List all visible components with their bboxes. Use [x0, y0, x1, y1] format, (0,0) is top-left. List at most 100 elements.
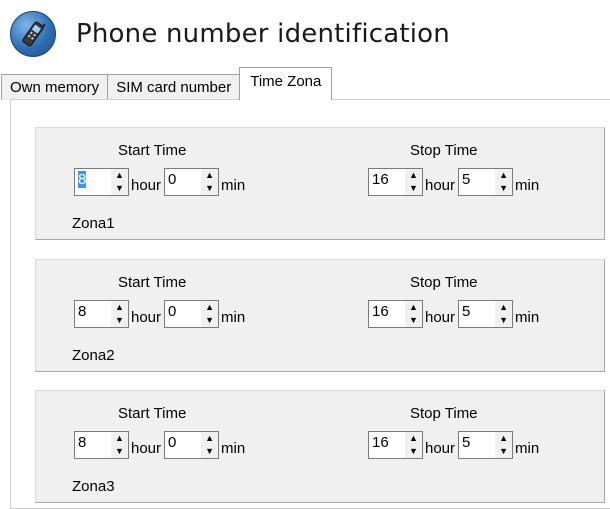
- hour-unit-label: hour: [131, 440, 162, 457]
- stop-min-input[interactable]: 5: [459, 169, 495, 195]
- tab-own-memory[interactable]: Own memory: [1, 74, 109, 100]
- tab-sim-card-number[interactable]: SIM card number: [107, 74, 241, 100]
- spin-up-icon[interactable]: ▲: [111, 301, 128, 314]
- spin-up-icon[interactable]: ▲: [405, 301, 422, 314]
- stop-min-input[interactable]: 5: [459, 301, 495, 327]
- stop-min-value: 5: [462, 171, 471, 188]
- zone-name-label: Zona3: [72, 478, 115, 495]
- spin-down-icon[interactable]: ▼: [111, 445, 128, 458]
- spin-up-icon[interactable]: ▲: [405, 432, 422, 445]
- start-hour-spinbox[interactable]: 8 ▲ ▼: [74, 300, 129, 328]
- tab-bar: Own memory SIM card number Time Zona: [1, 67, 333, 100]
- spin-up-icon[interactable]: ▲: [405, 169, 422, 182]
- stop-time-row: 16 ▲ ▼ hour 5 ▲ ▼ min: [368, 300, 542, 328]
- stop-time-row: 16 ▲ ▼ hour 5 ▲ ▼ min: [368, 168, 542, 196]
- tab-time-zona[interactable]: Time Zona: [239, 67, 333, 100]
- stop-min-value: 5: [462, 303, 471, 320]
- spin-down-icon[interactable]: ▼: [405, 182, 422, 195]
- start-hour-input[interactable]: 8: [75, 169, 111, 195]
- spin-down-icon[interactable]: ▼: [201, 445, 219, 458]
- spin-up-icon[interactable]: ▲: [495, 301, 513, 314]
- start-hour-input[interactable]: 8: [75, 432, 111, 458]
- stop-min-spinbox[interactable]: 5 ▲ ▼: [458, 300, 514, 328]
- stop-hour-input[interactable]: 16: [369, 432, 405, 458]
- spin-up-icon[interactable]: ▲: [201, 301, 219, 314]
- stop-time-label: Stop Time: [410, 405, 478, 422]
- spin-buttons: ▲ ▼: [111, 169, 128, 195]
- spin-up-icon[interactable]: ▲: [111, 169, 128, 182]
- hour-unit-label: hour: [425, 440, 456, 457]
- zone-group: Start Time Stop Time 8 ▲ ▼ hour 0 ▲ ▼ min 16 ▲ ▼ hour…: [35, 390, 605, 503]
- spin-buttons: ▲ ▼: [405, 432, 422, 458]
- zone-name-label: Zona1: [72, 215, 115, 232]
- spin-buttons: ▲ ▼: [495, 432, 513, 458]
- spin-down-icon[interactable]: ▼: [111, 314, 128, 327]
- start-time-label: Start Time: [118, 405, 187, 422]
- hour-unit-label: hour: [131, 309, 162, 326]
- start-min-value: 0: [168, 303, 177, 320]
- min-unit-label: min: [515, 440, 540, 457]
- spin-up-icon[interactable]: ▲: [201, 169, 219, 182]
- start-min-input[interactable]: 0: [165, 301, 201, 327]
- stop-time-row: 16 ▲ ▼ hour 5 ▲ ▼ min: [368, 431, 542, 459]
- start-hour-input[interactable]: 8: [75, 301, 111, 327]
- min-unit-label: min: [221, 177, 246, 194]
- start-min-input[interactable]: 0: [165, 432, 201, 458]
- spin-up-icon[interactable]: ▲: [495, 169, 513, 182]
- zone-group: Start Time Stop Time 8 ▲ ▼ hour 0 ▲ ▼ min 16 ▲ ▼ hour…: [35, 127, 605, 240]
- spin-down-icon[interactable]: ▼: [201, 182, 219, 195]
- start-hour-spinbox[interactable]: 8 ▲ ▼: [74, 431, 129, 459]
- stop-min-spinbox[interactable]: 5 ▲ ▼: [458, 431, 514, 459]
- stop-min-value: 5: [462, 434, 471, 451]
- spin-down-icon[interactable]: ▼: [495, 445, 513, 458]
- start-min-spinbox[interactable]: 0 ▲ ▼: [164, 431, 220, 459]
- stop-hour-spinbox[interactable]: 16 ▲ ▼: [368, 300, 423, 328]
- spin-down-icon[interactable]: ▼: [495, 182, 513, 195]
- stop-hour-value: 16: [372, 171, 389, 188]
- spin-down-icon[interactable]: ▼: [405, 445, 422, 458]
- stop-hour-value: 16: [372, 303, 389, 320]
- spin-buttons: ▲ ▼: [495, 169, 513, 195]
- start-min-input[interactable]: 0: [165, 169, 201, 195]
- spin-up-icon[interactable]: ▲: [495, 432, 513, 445]
- start-min-spinbox[interactable]: 0 ▲ ▼: [164, 168, 220, 196]
- start-time-row: 8 ▲ ▼ hour 0 ▲ ▼ min: [74, 168, 248, 196]
- start-time-label: Start Time: [118, 142, 187, 159]
- window-header: Phone number identification: [10, 11, 450, 57]
- stop-min-spinbox[interactable]: 5 ▲ ▼: [458, 168, 514, 196]
- spin-buttons: ▲ ▼: [201, 432, 219, 458]
- min-unit-label: min: [221, 440, 246, 457]
- stop-hour-value: 16: [372, 434, 389, 451]
- min-unit-label: min: [515, 177, 540, 194]
- spin-down-icon[interactable]: ▼: [495, 314, 513, 327]
- min-unit-label: min: [515, 309, 540, 326]
- stop-min-input[interactable]: 5: [459, 432, 495, 458]
- hour-unit-label: hour: [425, 309, 456, 326]
- start-time-row: 8 ▲ ▼ hour 0 ▲ ▼ min: [74, 431, 248, 459]
- stop-hour-spinbox[interactable]: 16 ▲ ▼: [368, 431, 423, 459]
- start-min-value: 0: [168, 171, 177, 188]
- stop-time-label: Stop Time: [410, 142, 478, 159]
- spin-down-icon[interactable]: ▼: [201, 314, 219, 327]
- start-hour-spinbox[interactable]: 8 ▲ ▼: [74, 168, 129, 196]
- start-min-value: 0: [168, 434, 177, 451]
- stop-time-label: Stop Time: [410, 274, 478, 291]
- spin-buttons: ▲ ▼: [111, 301, 128, 327]
- zone-name-label: Zona2: [72, 347, 115, 364]
- mobile-phone-icon: [10, 11, 56, 57]
- spin-down-icon[interactable]: ▼: [405, 314, 422, 327]
- spin-up-icon[interactable]: ▲: [111, 432, 128, 445]
- spin-down-icon[interactable]: ▼: [111, 182, 128, 195]
- start-time-label: Start Time: [118, 274, 187, 291]
- start-min-spinbox[interactable]: 0 ▲ ▼: [164, 300, 220, 328]
- spin-buttons: ▲ ▼: [201, 301, 219, 327]
- stop-hour-input[interactable]: 16: [369, 169, 405, 195]
- spin-buttons: ▲ ▼: [495, 301, 513, 327]
- spin-buttons: ▲ ▼: [111, 432, 128, 458]
- min-unit-label: min: [221, 309, 246, 326]
- stop-hour-input[interactable]: 16: [369, 301, 405, 327]
- spin-up-icon[interactable]: ▲: [201, 432, 219, 445]
- page-title: Phone number identification: [76, 19, 450, 49]
- start-hour-value: 8: [78, 303, 87, 320]
- stop-hour-spinbox[interactable]: 16 ▲ ▼: [368, 168, 423, 196]
